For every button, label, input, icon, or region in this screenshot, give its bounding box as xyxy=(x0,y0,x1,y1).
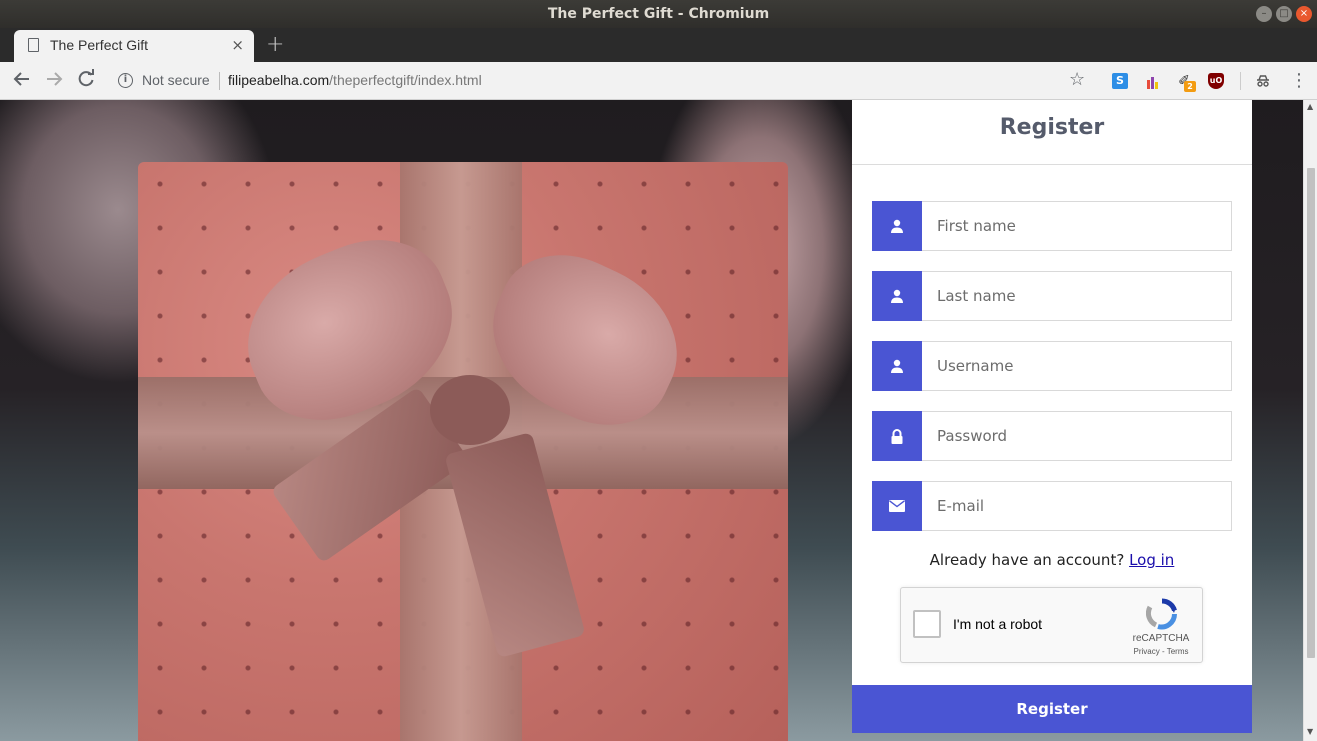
scrollbar-thumb[interactable] xyxy=(1307,168,1315,658)
username-input[interactable] xyxy=(922,341,1232,391)
user-icon xyxy=(872,271,922,321)
back-arrow-icon[interactable] xyxy=(12,69,32,94)
new-tab-button[interactable]: + xyxy=(266,32,284,57)
recaptcha-privacy-terms[interactable]: Privacy - Terms xyxy=(1119,647,1203,656)
extension-ribbon-icon[interactable]: ✐2 xyxy=(1176,73,1196,92)
more-menu-icon[interactable]: ⋮ xyxy=(1290,70,1308,91)
last-name-input[interactable] xyxy=(922,271,1232,321)
login-prompt: Already have an account? Log in xyxy=(852,551,1252,569)
last-name-field xyxy=(872,271,1232,321)
url-host: filipeabelha.com xyxy=(228,72,330,88)
ublock-icon[interactable]: uO xyxy=(1208,73,1224,89)
reload-icon[interactable] xyxy=(76,69,96,94)
info-icon[interactable]: i xyxy=(118,73,133,88)
register-submit-button[interactable]: Register xyxy=(852,685,1252,733)
scroll-up-arrow-icon[interactable]: ▲ xyxy=(1307,102,1313,111)
page-icon xyxy=(28,38,39,52)
recaptcha-logo-icon xyxy=(1145,598,1178,630)
email-field xyxy=(872,481,1232,531)
login-prompt-text: Already have an account? xyxy=(929,551,1125,569)
recaptcha-label: I'm not a robot xyxy=(953,616,1043,632)
window-title: The Perfect Gift - Chromium xyxy=(547,6,770,22)
title-divider xyxy=(852,164,1252,165)
incognito-icon[interactable] xyxy=(1255,73,1271,89)
url-path: /theperfectgift/index.html xyxy=(329,72,482,88)
page-viewport: Register First name Last name Username E… xyxy=(0,100,1303,741)
page-scrollbar[interactable]: ▲ ▼ xyxy=(1303,100,1317,741)
register-panel: Register First name Last name Username E… xyxy=(852,100,1252,733)
tab-the-perfect-gift[interactable]: The Perfect Gift × xyxy=(14,30,254,62)
tab-title: The Perfect Gift xyxy=(50,37,149,53)
lock-icon xyxy=(872,411,922,461)
recaptcha-brand: reCAPTCHA xyxy=(1132,633,1190,644)
login-link[interactable]: Log in xyxy=(1129,551,1174,569)
extension-badge: 2 xyxy=(1184,81,1196,92)
password-input[interactable] xyxy=(922,411,1232,461)
tab-close-icon[interactable]: × xyxy=(231,36,244,54)
register-title: Register xyxy=(999,115,1105,140)
not-secure-label[interactable]: Not secure xyxy=(142,72,210,88)
user-icon xyxy=(872,201,922,251)
omnibox-divider xyxy=(219,72,220,90)
address-bar[interactable]: filipeabelha.com/theperfectgift/index.ht… xyxy=(228,72,482,88)
browser-toolbar: i Not secure filipeabelha.com/theperfect… xyxy=(0,62,1317,100)
extension-s-icon[interactable]: S xyxy=(1112,73,1128,89)
extension-bars-icon[interactable] xyxy=(1144,73,1160,89)
username-field xyxy=(872,341,1232,391)
tab-strip: The Perfect Gift × + xyxy=(0,28,1317,62)
toolbar-divider xyxy=(1240,72,1241,90)
first-name-field xyxy=(872,201,1232,251)
password-field xyxy=(872,411,1232,461)
maximize-button[interactable]: □ xyxy=(1276,6,1292,22)
close-window-button[interactable]: × xyxy=(1296,6,1312,22)
minimize-button[interactable]: – xyxy=(1256,6,1272,22)
scroll-down-arrow-icon[interactable]: ▼ xyxy=(1307,727,1313,736)
recaptcha-widget: I'm not a robot reCAPTCHA Privacy - Term… xyxy=(900,587,1203,663)
window-titlebar: The Perfect Gift - Chromium – □ × xyxy=(0,0,1317,28)
user-icon xyxy=(872,341,922,391)
email-input[interactable] xyxy=(922,481,1232,531)
gift-bow-knot xyxy=(430,375,510,445)
forward-arrow-icon[interactable] xyxy=(44,69,64,94)
bookmark-star-icon[interactable]: ☆ xyxy=(1069,69,1085,90)
recaptcha-checkbox[interactable] xyxy=(913,610,941,638)
envelope-icon xyxy=(872,481,922,531)
first-name-input[interactable] xyxy=(922,201,1232,251)
